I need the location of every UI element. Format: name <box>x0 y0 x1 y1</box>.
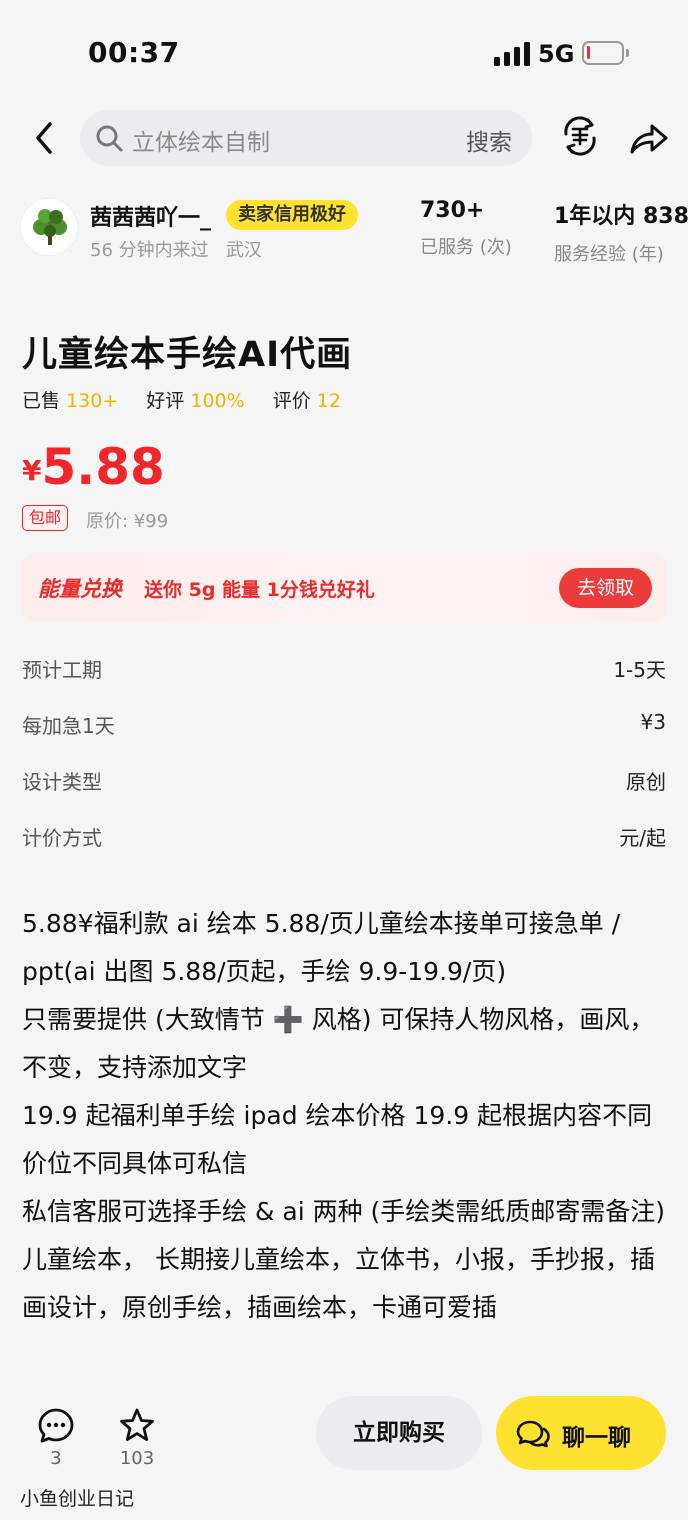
battery-icon <box>582 41 629 65</box>
sold-label: 已售 <box>22 390 61 412</box>
status-bar: 00:37 5G <box>0 0 688 100</box>
status-time: 00:37 <box>88 36 180 69</box>
buy-now-button[interactable]: 立即购买 <box>316 1396 482 1470</box>
seller-info[interactable]: 茜茜茜吖一_ 卖家信用极好 56 分钟内来过 武汉 730+ 已服务 (次) 1… <box>0 190 688 270</box>
energy-desc: 送你 5g 能量 1分钱兑好礼 <box>144 579 375 601</box>
last-seen: 56 分钟内来过 <box>90 240 209 261</box>
description-paragraph: 只需要提供 (大致情节 ➕ 风格) 可保持人物风格，画风，不变，支持添加文字 <box>22 1005 655 1082</box>
favorites-count: 103 <box>119 1448 155 1469</box>
description-paragraph: 儿童绘本， 长期接儿童绘本，立体书，小报，手抄报，插画设计，原创手绘，插画绘本，… <box>22 1245 655 1322</box>
star-icon <box>120 1408 154 1441</box>
comment-icon <box>38 1408 74 1443</box>
sold-value: 130+ <box>66 390 119 412</box>
property-key: 计价方式 <box>22 826 102 850</box>
property-key: 预计工期 <box>22 658 102 682</box>
product-title: 儿童绘本手绘AI代画 <box>22 335 353 375</box>
property-value: ¥3 <box>640 710 666 734</box>
property-value: 元/起 <box>619 826 666 850</box>
property-row: 设计类型 原创 <box>22 750 666 806</box>
favorite-button[interactable]: 103 <box>107 1406 167 1469</box>
comments-count: 3 <box>50 1448 62 1469</box>
description-paragraph: 5.88¥福利款 ai 绘本 5.88/页儿童绘本接单可接急单 / ppt(ai… <box>22 909 621 986</box>
product-metrics: 已售 130+ 好评 100% 评价 12 <box>22 386 341 413</box>
property-value: 原创 <box>626 770 666 794</box>
property-key: 每加急1天 <box>22 714 115 738</box>
price: ¥5.88 <box>22 438 165 496</box>
original-price: 原价: ¥99 <box>86 511 169 532</box>
served-label: 已服务 (次) <box>420 237 512 258</box>
chat-button[interactable]: 聊一聊 <box>496 1396 666 1470</box>
back-arrow-icon[interactable] <box>28 118 62 158</box>
price-value: 5.88 <box>41 438 165 496</box>
free-shipping-badge: 包邮 <box>22 505 69 531</box>
seller-location: 武汉 <box>225 240 262 261</box>
rating-label: 好评 <box>146 390 185 412</box>
seller-name[interactable]: 茜茜茜吖一_ <box>90 200 211 232</box>
chat-label: 聊一聊 <box>562 1425 631 1451</box>
seller-activity: 56 分钟内来过 武汉 <box>90 236 262 262</box>
share-icon[interactable] <box>626 116 670 160</box>
description-paragraph: 19.9 起福利单手绘 ipad 绘本价格 19.9 起根据内容不同价位不同具体… <box>22 1101 653 1178</box>
property-key: 设计类型 <box>22 770 102 794</box>
search-icon <box>96 125 123 152</box>
bottom-action-bar: 3 103 立即购买 聊一聊 小鱼创业日记 <box>0 1386 688 1520</box>
watermark-text: 小鱼创业日记 <box>20 1488 135 1510</box>
served-stat: 730+ 已服务 (次) <box>420 198 512 259</box>
chat-bubble-icon <box>516 1420 550 1448</box>
credit-badge: 卖家信用极好 <box>226 200 358 230</box>
experience-value: 1年以内 838 <box>554 204 688 229</box>
product-description: 5.88¥福利款 ai 绘本 5.88/页儿童绘本接单可接急单 / ppt(ai… <box>22 900 668 1380</box>
claim-button[interactable]: 去领取 <box>558 568 652 608</box>
property-row: 每加急1天 ¥3 <box>22 694 666 750</box>
shop-icon[interactable] <box>558 114 602 158</box>
experience-stat: 1年以内 838 服务经验 (年) <box>554 198 688 266</box>
property-row: 预计工期 1-5天 <box>22 638 666 694</box>
reviews-value[interactable]: 12 <box>317 390 341 412</box>
search-input[interactable]: 立体绘本自制 搜索 <box>80 110 532 166</box>
avatar[interactable] <box>20 198 78 256</box>
energy-brand: 能量兑换 <box>38 577 122 601</box>
experience-label: 服务经验 (年) <box>554 244 664 265</box>
price-currency: ¥ <box>22 454 42 487</box>
service-properties: 预计工期 1-5天 每加急1天 ¥3 设计类型 原创 计价方式 元/起 <box>22 638 666 862</box>
property-value: 1-5天 <box>613 658 666 682</box>
search-placeholder: 立体绘本自制 <box>132 130 270 156</box>
top-nav: 立体绘本自制 搜索 <box>0 104 688 172</box>
property-row: 计价方式 元/起 <box>22 806 666 862</box>
network-type: 5G <box>538 40 575 68</box>
comments-button[interactable]: 3 <box>26 1406 86 1469</box>
search-button[interactable]: 搜索 <box>466 123 512 157</box>
energy-exchange-banner[interactable]: 能量兑换 送你 5g 能量 1分钱兑好礼 去领取 <box>22 552 666 622</box>
served-value: 730+ <box>420 198 485 223</box>
rating-value: 100% <box>190 390 245 412</box>
signal-icon <box>494 42 530 66</box>
reviews-label[interactable]: 评价 <box>273 390 311 412</box>
description-paragraph: 私信客服可选择手绘 & ai 两种 (手绘类需纸质邮寄需备注) <box>22 1197 666 1226</box>
